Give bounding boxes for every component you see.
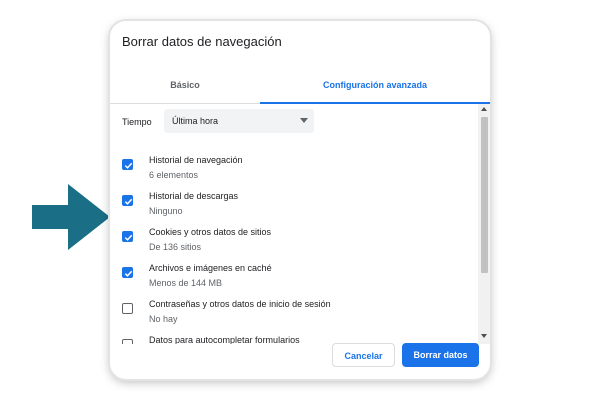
option-detail: No hay	[149, 314, 178, 324]
option-label: Archivos e imágenes en caché	[149, 263, 272, 273]
pointer-arrow-icon	[32, 184, 110, 250]
checkmark-icon	[124, 162, 133, 169]
checkmark-icon	[124, 270, 133, 277]
option-label: Datos para autocompletar formularios	[149, 335, 300, 344]
tab-advanced[interactable]: Configuración avanzada	[260, 67, 490, 104]
scroll-up-icon[interactable]	[481, 107, 487, 111]
tab-advanced-label: Configuración avanzada	[322, 80, 428, 90]
option-label: Contraseñas y otros datos de inicio de s…	[149, 299, 331, 309]
scrollbar-thumb[interactable]	[481, 117, 488, 273]
checkmark-icon	[124, 234, 133, 241]
option-label: Historial de navegación	[149, 155, 243, 165]
time-range-select[interactable]: Última hora	[164, 109, 314, 133]
option-detail: Ninguno	[149, 206, 183, 216]
autofill-checkbox[interactable]	[122, 339, 133, 344]
scroll-down-icon[interactable]	[481, 334, 487, 338]
options-list: Tiempo Última hora Historial de navegaci…	[110, 104, 490, 344]
option-download-history: Historial de descargas Ninguno	[110, 191, 480, 227]
dropdown-arrow-icon	[300, 118, 308, 123]
option-detail: 6 elementos	[149, 170, 199, 180]
tab-bar: Básico Configuración avanzada	[110, 67, 490, 104]
cached-files-checkbox[interactable]	[122, 267, 133, 278]
tab-basic[interactable]: Básico	[110, 67, 260, 103]
option-label: Cookies y otros datos de sitios	[149, 227, 272, 237]
time-range-label: Tiempo	[122, 117, 152, 127]
download-history-checkbox[interactable]	[122, 195, 133, 206]
cancel-button[interactable]: Cancelar	[332, 343, 395, 367]
time-range-value: Última hora	[172, 116, 219, 126]
clear-data-button[interactable]: Borrar datos	[402, 343, 479, 367]
browsing-history-checkbox[interactable]	[122, 159, 133, 170]
option-detail: Menos de 144 MB	[149, 278, 223, 288]
option-detail: De 136 sitios	[149, 242, 202, 252]
cookies-checkbox[interactable]	[122, 231, 133, 242]
clear-browsing-data-dialog: Borrar datos de navegación Básico Config…	[110, 21, 490, 379]
option-cookies: Cookies y otros datos de sitios De 136 s…	[110, 227, 480, 263]
option-passwords: Contraseñas y otros datos de inicio de s…	[110, 299, 480, 335]
checkmark-icon	[124, 198, 133, 205]
option-browsing-history: Historial de navegación 6 elementos	[110, 155, 480, 191]
option-label: Historial de descargas	[149, 191, 239, 201]
option-cached-files: Archivos e imágenes en caché Menos de 14…	[110, 263, 480, 299]
passwords-checkbox[interactable]	[122, 303, 133, 314]
dialog-title: Borrar datos de navegación	[122, 34, 282, 49]
